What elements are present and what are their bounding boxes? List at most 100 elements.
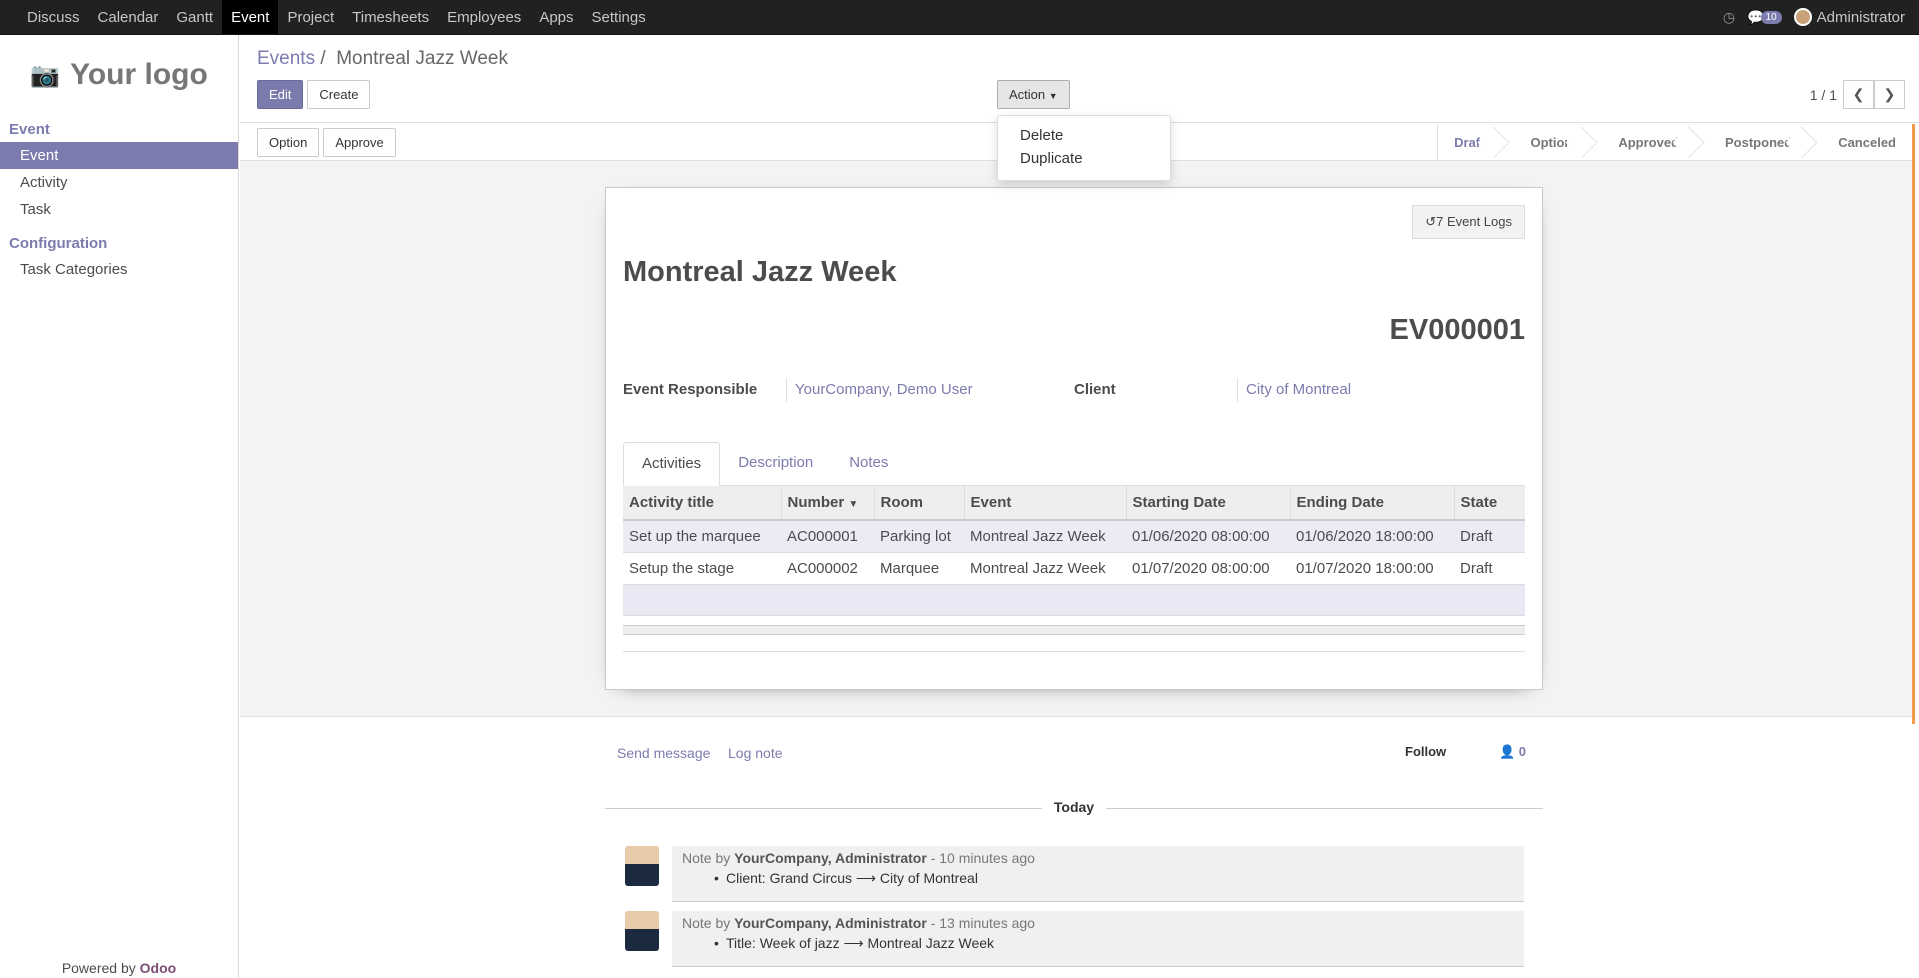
client-value[interactable]: City of Montreal (1237, 378, 1497, 402)
responsible-label: Event Responsible (623, 381, 758, 398)
edit-button[interactable]: Edit (257, 80, 304, 109)
cell: Draft (1454, 552, 1525, 585)
stage-option[interactable]: Option (1500, 124, 1588, 161)
event-logs-button[interactable]: ↺7 Event Logs (1412, 205, 1525, 239)
company-logo[interactable]: 📷 Your logo (0, 35, 238, 115)
author-avatar[interactable] (625, 911, 659, 951)
message-time: - 10 minutes ago (930, 850, 1035, 866)
form-sheet: ↺7 Event Logs Montreal Jazz Week EV00000… (605, 187, 1543, 690)
sidebar-item-task-categories[interactable]: Task Categories (0, 256, 238, 283)
sidebar-item-task[interactable]: Task (0, 196, 238, 223)
nav-gantt[interactable]: Gantt (167, 0, 222, 34)
col-starting-date[interactable]: Starting Date (1125, 486, 1290, 521)
col-number[interactable]: Number ▼ (780, 486, 874, 521)
stage-canceled[interactable]: Canceled (1808, 124, 1912, 161)
col-room[interactable]: Room (873, 486, 964, 521)
message-author[interactable]: YourCompany, Administrator (734, 850, 927, 866)
cell: Montreal Jazz Week (964, 552, 1126, 585)
send-message-button[interactable]: Send message (617, 745, 710, 761)
message-author[interactable]: YourCompany, Administrator (734, 915, 927, 931)
chevron-right-icon: ❯ (1883, 86, 1896, 102)
messaging-menu[interactable]: 💬 10 (1747, 9, 1782, 26)
sidebar-section-configuration: Configuration (9, 235, 108, 252)
event-number: EV000001 (1389, 314, 1525, 346)
table-row[interactable]: Set up the marquee AC000001 Parking lot … (623, 520, 1525, 553)
user-menu[interactable]: Administrator (1793, 8, 1905, 26)
odoo-link[interactable]: Odoo (140, 960, 177, 976)
nav-project[interactable]: Project (278, 0, 343, 34)
cell: 01/07/2020 08:00:00 (1126, 552, 1290, 585)
nav-timesheets[interactable]: Timesheets (343, 0, 438, 34)
nav-calendar[interactable]: Calendar (89, 0, 168, 34)
day-label: Today (1041, 799, 1107, 815)
message-body: Title: Week of jazz ⟶ Montreal Jazz Week (714, 935, 994, 952)
cell: 01/06/2020 08:00:00 (1126, 520, 1290, 553)
event-logs-label: 7 Event Logs (1436, 214, 1512, 229)
app-menu: Discuss Calendar Gantt Event Project Tim… (0, 0, 655, 34)
action-delete[interactable]: Delete (998, 124, 1170, 147)
breadcrumb: Events / Montreal Jazz Week (257, 48, 508, 70)
event-title: Montreal Jazz Week (623, 256, 897, 288)
stage-postponed[interactable]: Postponed (1695, 124, 1808, 161)
breadcrumb-separator: / (320, 48, 326, 69)
action-label: Action (1009, 87, 1046, 102)
sidebar: 📷 Your logo Event Event Activity Task Co… (0, 35, 239, 978)
action-dropdown-button[interactable]: Action ▼ (997, 80, 1070, 109)
user-name: Administrator (1816, 8, 1905, 26)
form-tabs: Activities Description Notes (623, 442, 1525, 486)
cell: Marquee (874, 552, 964, 585)
message-body: Client: Grand Circus ⟶ City of Montreal (714, 870, 978, 887)
col-ending-date[interactable]: Ending Date (1289, 486, 1454, 521)
nav-apps[interactable]: Apps (530, 0, 582, 34)
create-button[interactable]: Create (307, 80, 371, 109)
table-row[interactable]: Setup the stage AC000002 Marquee Montrea… (623, 552, 1525, 585)
cell: AC000001 (781, 520, 874, 553)
chatter: Send message Log note Follow 👤 0 Today N… (605, 718, 1543, 967)
stage-approved[interactable]: Approved (1588, 124, 1695, 161)
table-footer (623, 625, 1525, 635)
col-event[interactable]: Event (963, 486, 1126, 521)
message-header: Note by YourCompany, Administrator - 10 … (682, 850, 1035, 866)
follow-button[interactable]: Follow (1405, 744, 1446, 759)
followers-count: 0 (1518, 744, 1526, 759)
sidebar-item-activity[interactable]: Activity (0, 169, 238, 196)
nav-settings[interactable]: Settings (583, 0, 655, 34)
stage-pipeline: Draft Option Approved Postponed Canceled (1437, 124, 1912, 161)
statusbar-buttons: Option Approve (257, 128, 396, 157)
approve-button[interactable]: Approve (323, 128, 396, 157)
table-empty-row (623, 584, 1525, 616)
option-button[interactable]: Option (257, 128, 320, 157)
followers-button[interactable]: 👤 0 (1499, 744, 1526, 760)
stage-draft[interactable]: Draft (1438, 124, 1500, 161)
top-navbar: Discuss Calendar Gantt Event Project Tim… (0, 0, 1919, 35)
systray: ◷ 💬 10 Administrator (1723, 0, 1919, 34)
action-duplicate[interactable]: Duplicate (998, 147, 1170, 170)
tab-notes[interactable]: Notes (831, 442, 906, 485)
tab-description[interactable]: Description (720, 442, 831, 485)
col-state[interactable]: State (1453, 486, 1525, 521)
cell: 01/07/2020 18:00:00 (1290, 552, 1454, 585)
breadcrumb-events-link[interactable]: Events (257, 48, 315, 69)
pager-previous-button[interactable]: ❮ (1843, 80, 1874, 109)
action-menu: Delete Duplicate (997, 115, 1171, 181)
author-avatar[interactable] (625, 846, 659, 886)
log-note-button[interactable]: Log note (728, 745, 783, 761)
nav-event[interactable]: Event (222, 0, 279, 34)
clock-icon[interactable]: ◷ (1723, 9, 1735, 26)
tab-activities[interactable]: Activities (623, 442, 721, 486)
activities-table: Activity title Number ▼ Room Event Start… (623, 486, 1525, 616)
sidebar-item-event[interactable]: Event (0, 142, 238, 169)
responsible-value[interactable]: YourCompany, Demo User (786, 378, 1046, 402)
message-header: Note by YourCompany, Administrator - 13 … (682, 915, 1035, 931)
cell: Setup the stage (623, 552, 781, 585)
cell: 01/06/2020 18:00:00 (1290, 520, 1454, 553)
pager-next-button[interactable]: ❯ (1874, 80, 1905, 109)
nav-discuss[interactable]: Discuss (18, 0, 89, 34)
powered-prefix: Powered by (61, 960, 136, 976)
message-prefix: Note by (682, 915, 731, 931)
scrollbar[interactable] (1912, 124, 1915, 724)
nav-employees[interactable]: Employees (438, 0, 530, 34)
cell: Set up the marquee (623, 520, 781, 553)
user-avatar (1793, 8, 1812, 26)
col-activity-title[interactable]: Activity title (623, 486, 781, 521)
